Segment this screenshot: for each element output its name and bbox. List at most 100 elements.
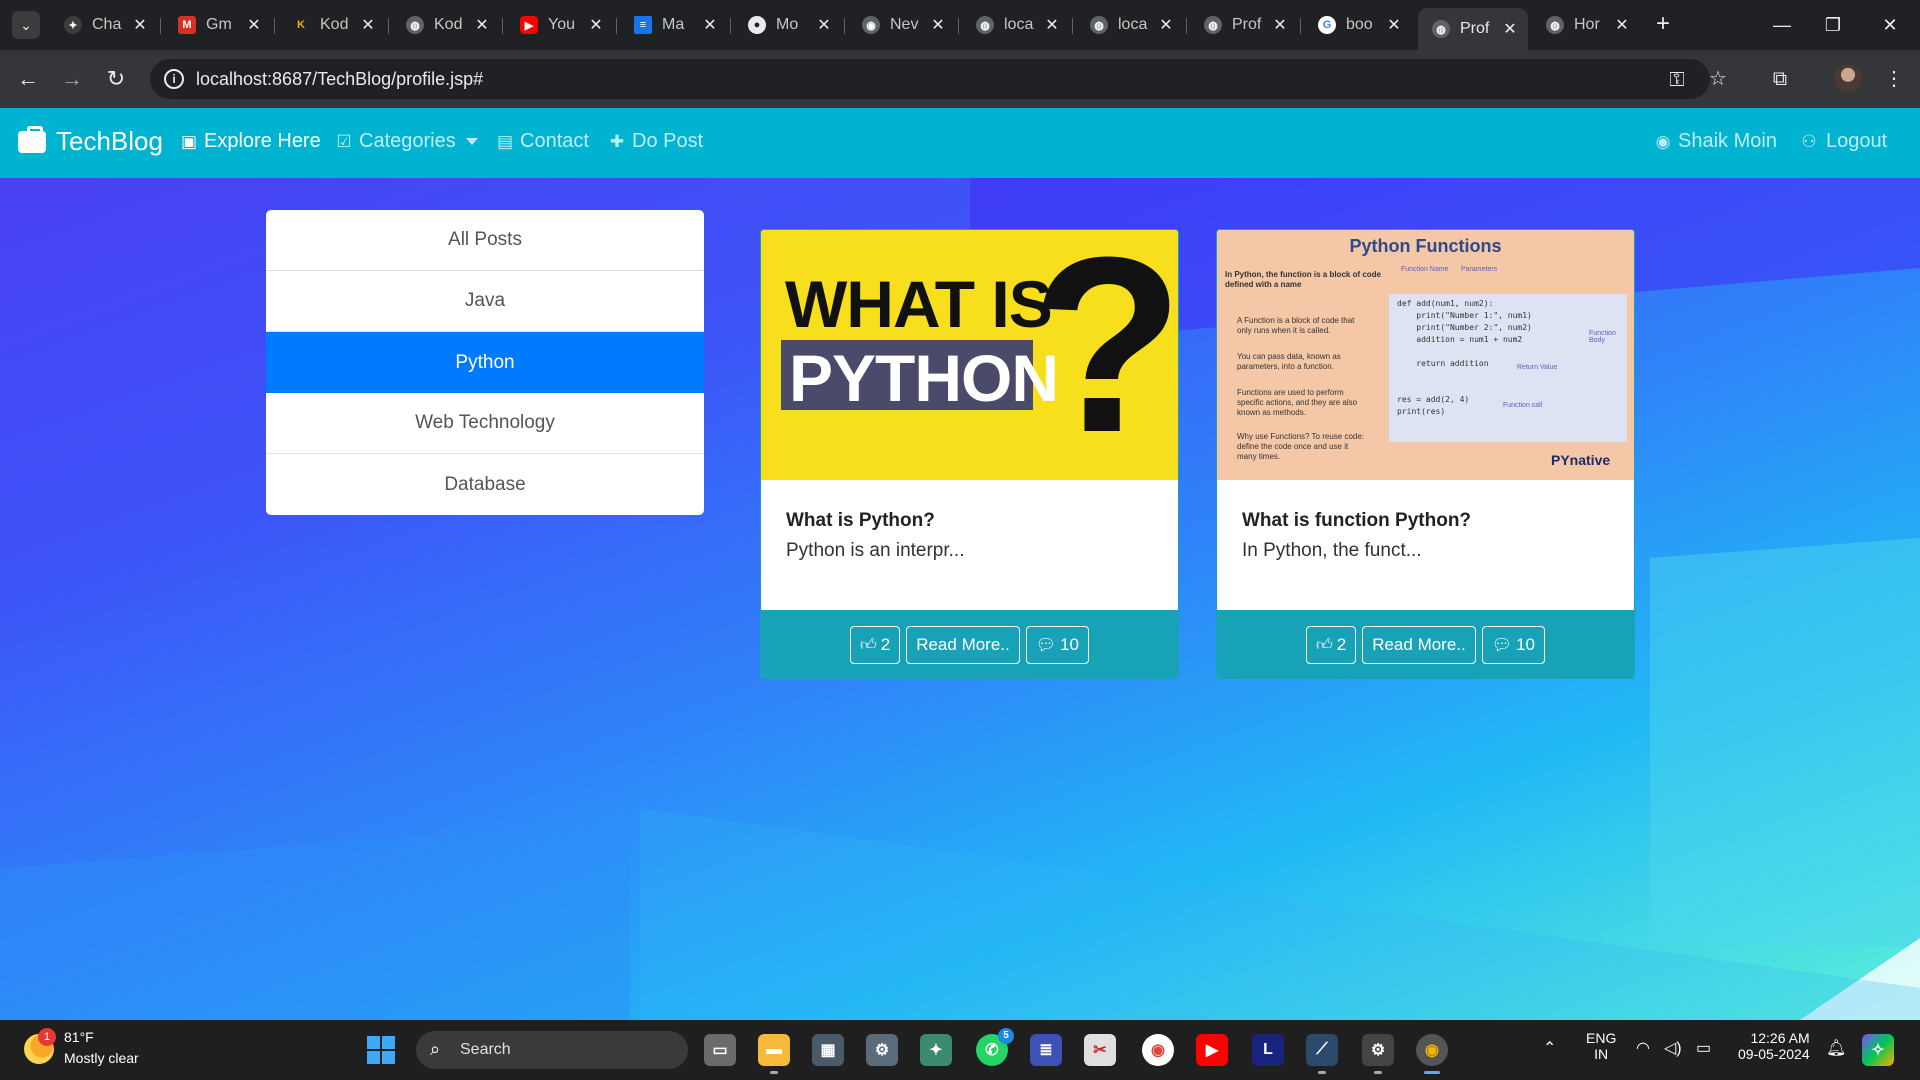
copilot-icon[interactable]: ✧ <box>1862 1034 1894 1066</box>
settings-gear-icon[interactable]: ⚙ <box>866 1034 898 1066</box>
address-bar[interactable]: i localhost:8687/TechBlog/profile.jsp# ⚿ <box>150 59 1710 99</box>
browser-tab[interactable]: ◍ Prof ✕ <box>1190 8 1298 42</box>
battery-icon[interactable]: ▭ <box>1696 1038 1711 1058</box>
minimize-icon[interactable]: — <box>1762 10 1802 40</box>
forward-arrow-icon[interactable]: → <box>56 63 88 95</box>
like-button[interactable]: 👍︎ 2 <box>1306 626 1357 664</box>
read-more-button[interactable]: Read More.. <box>1362 626 1476 664</box>
url-text[interactable]: localhost:8687/TechBlog/profile.jsp# <box>196 69 483 90</box>
close-tab-icon[interactable]: ✕ <box>1612 15 1632 35</box>
close-tab-icon[interactable]: ✕ <box>1042 15 1062 35</box>
nav-do-post-link[interactable]: ✚ Do Post <box>608 130 703 153</box>
chrome-active-icon[interactable]: ◉ <box>1416 1034 1448 1074</box>
task-view-icon[interactable]: ▭ <box>704 1034 736 1066</box>
chatgpt-app-icon[interactable]: ✦ <box>920 1034 952 1066</box>
category-item-web-technology[interactable]: Web Technology <box>266 393 704 454</box>
extensions-puzzle-icon[interactable]: ⧉ <box>1764 63 1796 95</box>
user-plus-icon: ⚇ <box>1801 131 1817 151</box>
browser-toolbar: ← → ↻ i localhost:8687/TechBlog/profile.… <box>0 50 1920 108</box>
briefcase-icon <box>18 125 46 153</box>
close-tab-icon[interactable]: ✕ <box>1270 15 1290 35</box>
password-key-icon[interactable]: ⚿ <box>1664 67 1690 93</box>
comment-icon: 💬︎ <box>1035 637 1057 654</box>
browser-tab[interactable]: K Kod ✕ <box>278 8 386 42</box>
back-arrow-icon[interactable]: ← <box>12 63 44 95</box>
close-tab-icon[interactable]: ✕ <box>700 15 720 35</box>
category-item-python[interactable]: Python <box>266 332 704 393</box>
browser-tab[interactable]: ◍ Kod ✕ <box>392 8 500 42</box>
close-tab-icon[interactable]: ✕ <box>472 15 492 35</box>
comments-button[interactable]: 💬︎ 10 <box>1025 626 1089 664</box>
category-item-database[interactable]: Database <box>266 454 704 515</box>
snipping-tool-icon[interactable]: ✂ <box>1084 1034 1116 1066</box>
close-tab-icon[interactable]: ✕ <box>814 15 834 35</box>
browser-tab[interactable]: ◍ loca ✕ <box>1076 8 1184 42</box>
windows-start-icon[interactable] <box>367 1036 395 1064</box>
comments-button[interactable]: 💬︎ 10 <box>1481 626 1545 664</box>
google-icon: G <box>1318 16 1336 34</box>
browser-tab-active[interactable]: ◍ Prof ✕ <box>1418 8 1528 50</box>
nav-user-profile-link[interactable]: ◉ Shaik Moin <box>1654 130 1777 153</box>
site-info-icon[interactable]: i <box>164 69 184 89</box>
weather-temperature[interactable]: 81°F <box>64 1029 94 1045</box>
category-item-all-posts[interactable]: All Posts <box>266 210 704 271</box>
more-menu-icon[interactable]: ⋮ <box>1878 63 1910 95</box>
browser-tab[interactable]: ● Mo ✕ <box>734 8 842 42</box>
reload-icon[interactable]: ↻ <box>100 63 132 95</box>
chevron-up-icon[interactable]: ⌃ <box>1543 1038 1556 1058</box>
globe-icon: ◍ <box>1090 16 1108 34</box>
tab-search-chevron-icon[interactable]: ⌄ <box>12 11 40 39</box>
browser-tab[interactable]: M Gm ✕ <box>164 8 272 42</box>
bookmark-star-icon[interactable]: ☆ <box>1702 63 1734 95</box>
thumbs-up-icon: 👍︎ <box>1316 636 1333 654</box>
browser-tab[interactable]: ◍ Hor ✕ <box>1532 8 1640 42</box>
browser-tab[interactable]: ▶ You ✕ <box>506 8 614 42</box>
category-item-java[interactable]: Java <box>266 271 704 332</box>
browser-tab[interactable]: ✦ Cha ✕ <box>50 8 158 42</box>
whatsapp-icon[interactable]: ✆ 5 <box>976 1028 1014 1066</box>
like-button[interactable]: 👍︎ 2 <box>850 626 901 664</box>
close-tab-icon[interactable]: ✕ <box>130 15 150 35</box>
language-indicator[interactable]: ENG IN <box>1586 1030 1616 1062</box>
notepad-icon[interactable]: ≣ <box>1030 1034 1062 1066</box>
wifi-icon[interactable]: ◠ <box>1636 1038 1650 1058</box>
new-tab-icon[interactable]: + <box>1650 12 1676 38</box>
calculator-icon[interactable]: ▦ <box>812 1034 844 1066</box>
close-tab-icon[interactable]: ✕ <box>1384 15 1404 35</box>
taskbar-search[interactable]: ⌕ Search <box>416 1031 688 1069</box>
close-tab-icon[interactable]: ✕ <box>1500 19 1520 39</box>
youtube-icon: ▶ <box>520 16 538 34</box>
brand-link[interactable]: TechBlog <box>18 125 163 157</box>
notification-bell-icon[interactable]: 🔔︎ <box>1826 1038 1846 1058</box>
lms-app-icon[interactable]: L <box>1252 1034 1284 1066</box>
post-card: WHAT IS PYTHON ? What is Python? Python … <box>760 229 1179 679</box>
youtube-app-icon[interactable]: ▶ <box>1196 1034 1228 1066</box>
browser-tab[interactable]: ≡ Ma ✕ <box>620 8 728 42</box>
browser-tab[interactable]: ◉ Nev ✕ <box>848 8 956 42</box>
spring-tool-icon[interactable]: ⟋ <box>1306 1034 1338 1074</box>
nav-logout-link[interactable]: ⚇ Logout <box>1798 130 1887 153</box>
nav-contact-link[interactable]: ▤ Contact <box>496 130 589 153</box>
close-tab-icon[interactable]: ✕ <box>586 15 606 35</box>
browser-tab[interactable]: ◍ loca ✕ <box>962 8 1070 42</box>
contact-card-icon: ▤ <box>496 131 514 151</box>
browser-tab[interactable]: G boo ✕ <box>1304 8 1412 42</box>
read-more-button[interactable]: Read More.. <box>906 626 1020 664</box>
weather-description[interactable]: Mostly clear <box>64 1050 139 1066</box>
close-tab-icon[interactable]: ✕ <box>244 15 264 35</box>
clock[interactable]: 12:26 AM 09-05-2024 <box>1738 1030 1810 1062</box>
chrome-app-icon[interactable]: ◉ <box>1142 1034 1174 1066</box>
nav-categories-dropdown[interactable]: ☑ Categories <box>335 130 478 153</box>
volume-icon[interactable]: ◁) <box>1664 1038 1682 1058</box>
file-explorer-icon[interactable]: ▬ <box>758 1034 790 1074</box>
gear-app-icon[interactable]: ⚙ <box>1362 1034 1394 1074</box>
nav-explore-link[interactable]: ▣ Explore Here <box>180 130 321 153</box>
whatsapp-badge: 5 <box>998 1028 1014 1044</box>
close-tab-icon[interactable]: ✕ <box>1156 15 1176 35</box>
globe-icon: ◍ <box>976 16 994 34</box>
close-tab-icon[interactable]: ✕ <box>358 15 378 35</box>
close-window-icon[interactable]: ✕ <box>1870 10 1910 40</box>
restore-icon[interactable]: ❐ <box>1813 10 1853 40</box>
profile-avatar[interactable] <box>1834 65 1862 93</box>
close-tab-icon[interactable]: ✕ <box>928 15 948 35</box>
